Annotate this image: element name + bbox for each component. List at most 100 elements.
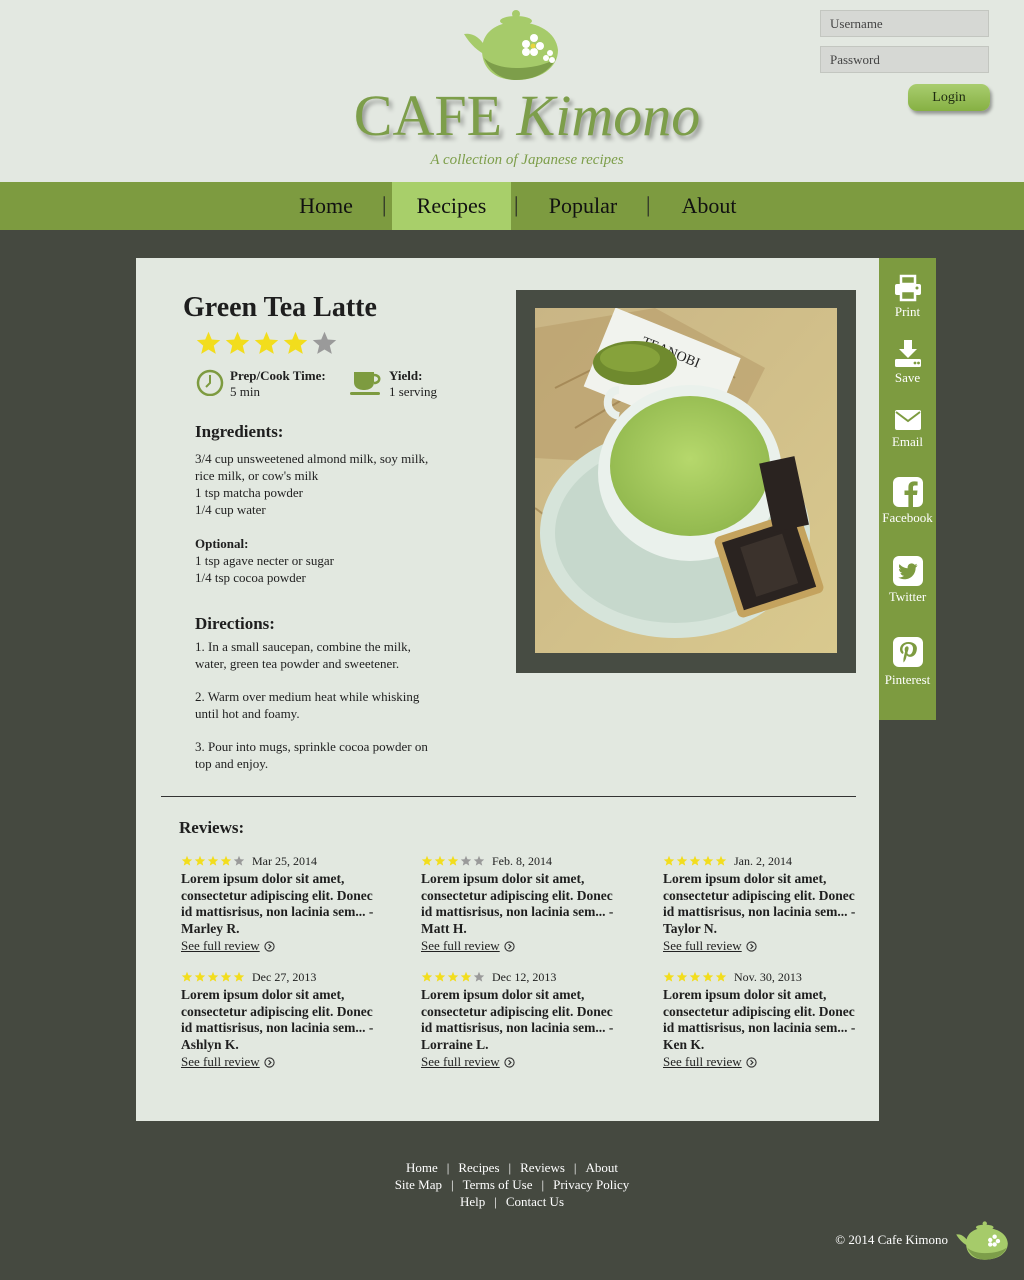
pinterest-button[interactable]: Pinterest xyxy=(879,636,936,688)
optional-item: 1 tsp agave necter or sugar xyxy=(195,553,334,568)
review-stars xyxy=(181,855,245,867)
review-text: Lorem ipsum dolor sit amet, consectetur … xyxy=(181,987,381,1053)
password-field[interactable] xyxy=(820,46,989,73)
save-icon xyxy=(894,340,921,367)
review-text: Lorem ipsum dolor sit amet, consectetur … xyxy=(663,987,863,1053)
directions-heading: Directions: xyxy=(195,614,275,633)
prep-value: 5 min xyxy=(230,384,260,399)
facebook-icon xyxy=(892,477,923,507)
email-button[interactable]: Email xyxy=(879,408,936,450)
see-full-review-link[interactable]: See full review xyxy=(181,938,275,954)
see-full-review-link[interactable]: See full review xyxy=(421,1054,515,1070)
email-label: Email xyxy=(891,434,924,449)
twitter-button[interactable]: Twitter xyxy=(879,555,936,605)
see-full-review-label: See full review xyxy=(181,1054,260,1069)
pinterest-icon xyxy=(892,637,923,667)
clock-icon xyxy=(196,369,224,396)
footer-separator: | xyxy=(494,1194,497,1209)
reviews-heading: Reviews: xyxy=(179,818,245,837)
star-filled-icon xyxy=(676,856,688,866)
nav-item-popular[interactable]: Popular xyxy=(540,182,626,230)
star-filled-icon xyxy=(220,856,232,866)
nav-item-about[interactable]: About xyxy=(672,182,746,230)
review-text: Lorem ipsum dolor sit amet, consectetur … xyxy=(421,987,621,1053)
review-body: Lorem ipsum dolor sit amet, consectetur … xyxy=(663,987,855,1035)
review-date: Dec 12, 2013 xyxy=(492,969,557,984)
save-button[interactable]: Save xyxy=(879,340,936,386)
review-item: Nov. 30, 2013 Lorem ipsum dolor sit amet,… xyxy=(663,968,863,1071)
arrow-circle-icon xyxy=(504,1056,515,1068)
star-filled-icon xyxy=(225,331,250,354)
review-item: Dec 27, 2013 Lorem ipsum dolor sit amet, … xyxy=(181,968,381,1071)
footer-link-reviews[interactable]: Reviews xyxy=(520,1160,565,1175)
see-full-review-link[interactable]: See full review xyxy=(181,1054,275,1070)
star-filled-icon xyxy=(207,972,219,982)
footer-separator: | xyxy=(451,1177,454,1192)
arrow-circle-icon xyxy=(264,940,275,952)
star-filled-icon xyxy=(220,972,232,982)
footer-link-site-map[interactable]: Site Map xyxy=(395,1177,442,1192)
footer-link-contact[interactable]: Contact Us xyxy=(506,1194,564,1209)
star-filled-icon xyxy=(181,972,193,982)
review-text: Lorem ipsum dolor sit amet, consectetur … xyxy=(421,871,621,937)
star-filled-icon xyxy=(181,856,193,866)
review-meta: Feb. 8, 2014 xyxy=(421,852,621,870)
print-icon xyxy=(894,274,921,302)
site-logo-title[interactable]: CAFE Kimono xyxy=(0,82,1024,149)
review-date: Jan. 2, 2014 xyxy=(734,853,792,868)
footer-link-about[interactable]: About xyxy=(586,1160,619,1175)
footer-link-terms[interactable]: Terms of Use xyxy=(463,1177,533,1192)
recipe-rating[interactable] xyxy=(195,330,338,357)
nav-separator: | xyxy=(514,192,519,217)
facebook-button[interactable]: Facebook xyxy=(879,476,936,526)
nav-item-recipes[interactable]: Recipes xyxy=(392,182,511,230)
footer-link-help[interactable]: Help xyxy=(460,1194,485,1209)
arrow-circle-icon xyxy=(264,1056,275,1068)
username-field[interactable] xyxy=(820,10,989,37)
star-filled-icon xyxy=(421,972,433,982)
star-filled-icon xyxy=(421,856,433,866)
star-filled-icon xyxy=(233,972,245,982)
review-date: Dec 27, 2013 xyxy=(252,969,317,984)
footer-separator: | xyxy=(541,1177,545,1192)
share-sidebar: Print Save Email Facebook Twitter Pinter… xyxy=(879,258,936,720)
review-meta: Jan. 2, 2014 xyxy=(663,852,863,870)
star-filled-icon xyxy=(689,972,701,982)
see-full-review-label: See full review xyxy=(421,938,500,953)
ingredients-list: 3/4 cup unsweetened almond milk, soy mil… xyxy=(195,450,447,586)
login-button[interactable]: Login xyxy=(908,84,990,111)
footer-link-privacy[interactable]: Privacy Policy xyxy=(553,1177,629,1192)
yield-value: 1 serving xyxy=(389,384,438,399)
review-body: Lorem ipsum dolor sit amet, consectetur … xyxy=(421,987,613,1035)
see-full-review-link[interactable]: See full review xyxy=(421,938,515,954)
direction-step: 1. In a small saucepan, combine the milk… xyxy=(195,639,411,671)
footer-separator: | xyxy=(446,1160,450,1175)
prep-label: Prep/Cook Time: xyxy=(230,368,326,383)
star-filled-icon xyxy=(702,972,714,982)
nav-separator: | xyxy=(646,192,651,217)
review-body: Lorem ipsum dolor sit amet, consectetur … xyxy=(181,871,373,919)
footer-link-home[interactable]: Home xyxy=(406,1160,438,1175)
star-filled-icon xyxy=(207,856,219,866)
star-filled-icon xyxy=(254,331,279,354)
brand-cafe: CAFE xyxy=(353,83,503,148)
footer-separator: | xyxy=(508,1160,512,1175)
footer-link-recipes[interactable]: Recipes xyxy=(458,1160,499,1175)
star-empty-icon xyxy=(473,856,485,866)
green-tea-latte-photo: TEANOBI xyxy=(535,308,837,653)
print-button[interactable]: Print xyxy=(879,274,936,320)
review-text: Lorem ipsum dolor sit amet, consectetur … xyxy=(181,871,381,937)
see-full-review-label: See full review xyxy=(663,1054,742,1069)
see-full-review-link[interactable]: See full review xyxy=(663,938,757,954)
nav-item-home[interactable]: Home xyxy=(286,182,366,230)
star-filled-icon xyxy=(715,856,727,866)
teapot-logo-icon[interactable] xyxy=(460,6,562,82)
star-filled-icon xyxy=(663,972,675,982)
twitter-icon xyxy=(892,556,923,586)
review-body: Lorem ipsum dolor sit amet, consectetur … xyxy=(663,871,855,919)
arrow-circle-icon xyxy=(504,940,515,952)
print-label: Print xyxy=(894,304,921,319)
see-full-review-link[interactable]: See full review xyxy=(663,1054,757,1070)
star-filled-icon xyxy=(460,972,472,982)
arrow-circle-icon xyxy=(746,1056,757,1068)
